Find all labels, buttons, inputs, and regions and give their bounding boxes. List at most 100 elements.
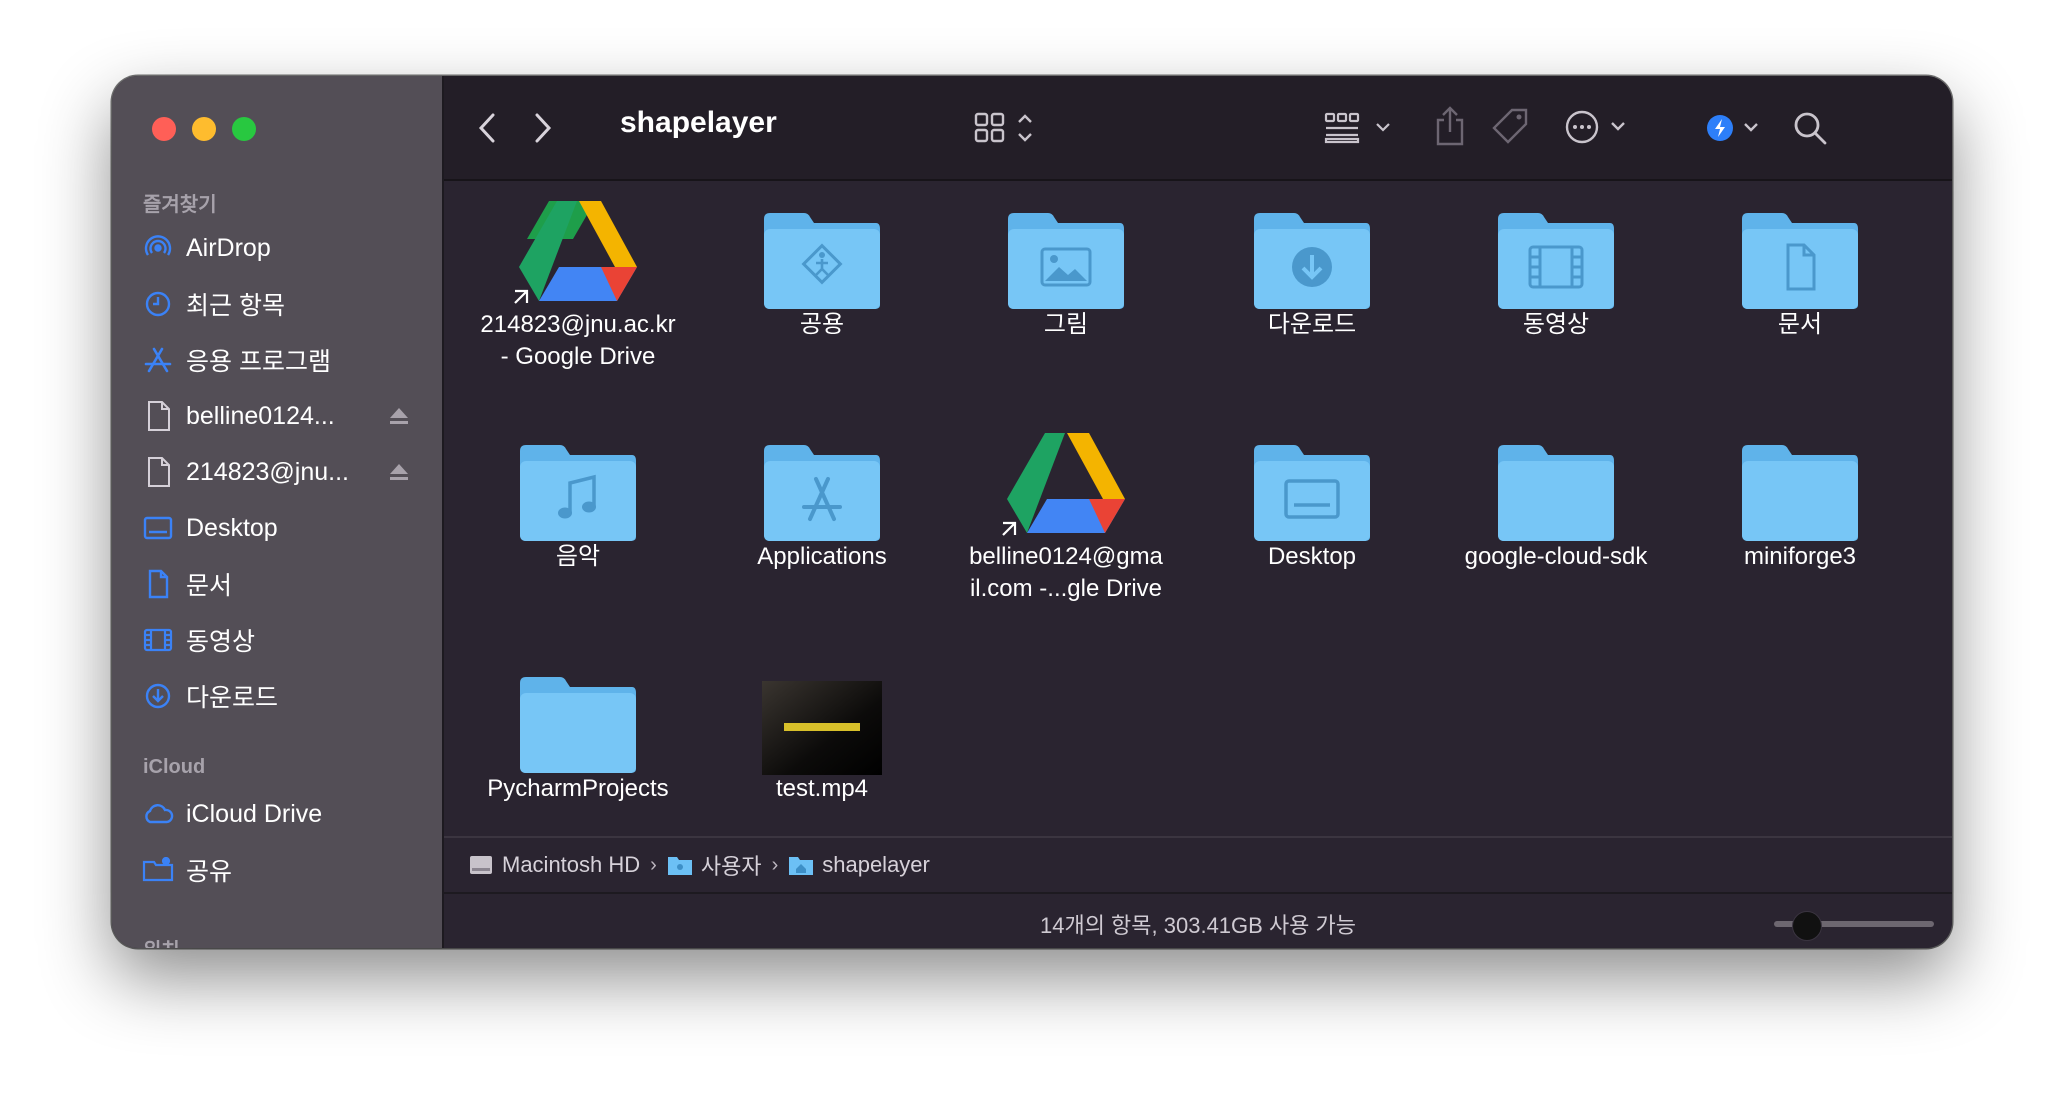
film-icon <box>142 624 174 656</box>
file-item[interactable]: 음악 <box>466 413 690 613</box>
eject-icon[interactable] <box>388 462 410 487</box>
sidebar-item-label: belline0124... <box>186 401 335 430</box>
sidebar-item-recents[interactable]: 최근 항목 <box>142 282 422 326</box>
favorites-header: 즐겨찾기 <box>143 194 217 216</box>
google-drive-icon <box>513 195 643 316</box>
action-menu-button[interactable] <box>1562 104 1632 150</box>
share-button[interactable] <box>1430 102 1470 150</box>
status-bar: 14개의 항목, 303.41GB 사용 가능 <box>444 892 1952 948</box>
movies-folder-icon <box>1494 211 1618 316</box>
folder-icon <box>516 675 640 780</box>
file-name: 문서 <box>1777 311 1823 338</box>
sidebar-item-belline-drive[interactable]: belline0124... <box>142 394 422 438</box>
sidebar-item-label: 최근 항목 <box>186 292 285 320</box>
tag-button[interactable] <box>1488 102 1532 150</box>
file-name: 음악 <box>555 543 601 570</box>
file-grid: 214823@jnu.ac.kr - Google Drive 공용 그림 다운… <box>444 181 1952 911</box>
sidebar-item-shared[interactable]: 공유 <box>142 848 422 892</box>
window-title: shapelayer <box>620 106 777 139</box>
file-item[interactable]: 다운로드 <box>1200 181 1424 381</box>
file-name: belline0124@gma il.com -...gle Drive <box>969 543 1163 602</box>
zoom-window-button[interactable] <box>232 117 256 141</box>
file-item[interactable]: google-cloud-sdk <box>1444 413 1668 613</box>
chevron-left-icon <box>478 113 495 143</box>
file-item[interactable]: 공용 <box>710 181 934 381</box>
sidebar-item-label: Desktop <box>186 513 278 542</box>
applications-icon <box>142 344 174 376</box>
file-name: Desktop <box>1267 543 1357 570</box>
sidebar-item-jnu-drive[interactable]: 214823@jnu... <box>142 450 422 494</box>
sidebar-item-documents[interactable]: 문서 <box>142 562 422 606</box>
group-by-button[interactable] <box>1322 106 1398 150</box>
file-item[interactable]: 214823@jnu.ac.kr - Google Drive <box>466 181 690 381</box>
back-button[interactable] <box>472 108 502 148</box>
public-folder-icon <box>760 211 884 316</box>
music-folder-icon <box>516 443 640 548</box>
grid-view-icon <box>974 112 1032 143</box>
locations-header: 위치 <box>143 934 180 948</box>
file-name: PycharmProjects <box>487 775 669 802</box>
file-name: test.mp4 <box>775 775 869 802</box>
home-folder-icon <box>789 857 814 875</box>
file-item[interactable]: 그림 <box>954 181 1178 381</box>
file-name: Applications <box>757 543 887 570</box>
users-folder-icon <box>667 857 692 875</box>
sidebar-item-label: 다운로드 <box>186 684 279 712</box>
sidebar-item-icloud-drive[interactable]: iCloud Drive <box>142 792 422 836</box>
file-name: 공용 <box>799 311 845 338</box>
file-item[interactable]: test.mp4 <box>710 645 934 845</box>
download-icon <box>142 680 174 712</box>
eject-icon[interactable] <box>388 406 410 431</box>
sidebar-item-airdrop[interactable]: AirDrop <box>142 226 422 270</box>
path-item-label: shapelayer <box>822 852 930 877</box>
sidebar-item-movies[interactable]: 동영상 <box>142 618 422 662</box>
path-item-macintosh-hd[interactable]: Macintosh HD › <box>468 852 667 878</box>
file-item[interactable]: miniforge3 <box>1688 413 1912 613</box>
shared-folder-icon <box>142 854 174 886</box>
path-item-label: Macintosh HD <box>502 852 641 877</box>
file-name: 그림 <box>1043 311 1089 338</box>
cloud-icon <box>142 798 174 830</box>
sidebar-item-desktop[interactable]: Desktop <box>142 506 422 550</box>
sidebar-item-label: 공유 <box>186 858 233 886</box>
video-thumbnail <box>762 681 882 780</box>
sidebar-item-applications[interactable]: 응용 프로그램 <box>142 338 422 382</box>
applications-folder-icon <box>760 443 884 548</box>
document-icon <box>142 400 174 432</box>
nearby-share-button[interactable] <box>1702 106 1766 150</box>
file-name: google-cloud-sdk <box>1464 543 1648 570</box>
file-item[interactable]: belline0124@gma il.com -...gle Drive <box>954 413 1178 613</box>
folder-icon <box>1494 443 1618 548</box>
icon-size-slider-handle[interactable] <box>1792 911 1822 941</box>
tag-icon <box>1492 108 1528 144</box>
share-icon <box>1436 106 1464 146</box>
path-item-shapelayer[interactable]: shapelayer <box>788 852 930 878</box>
close-window-button[interactable] <box>152 117 176 141</box>
sidebar-item-downloads[interactable]: 다운로드 <box>142 674 422 718</box>
minimize-window-button[interactable] <box>192 117 216 141</box>
desktop-folder-icon <box>1250 443 1374 548</box>
pictures-folder-icon <box>1004 211 1128 316</box>
downloads-folder-icon <box>1250 211 1374 316</box>
document-icon <box>142 568 174 600</box>
chevron-right-icon: › <box>771 853 779 876</box>
file-name: miniforge3 <box>1743 543 1857 570</box>
sidebar-item-label: iCloud Drive <box>186 799 323 828</box>
file-item[interactable]: Desktop <box>1200 413 1424 613</box>
path-item-users[interactable]: 사용자 › <box>667 849 788 881</box>
chevron-right-icon: › <box>650 853 657 876</box>
file-item[interactable]: Applications <box>710 413 934 613</box>
status-text: 14개의 항목, 303.41GB 사용 가능 <box>1039 913 1357 938</box>
forward-button[interactable] <box>528 108 558 148</box>
file-name: 다운로드 <box>1267 311 1357 338</box>
file-item[interactable]: 문서 <box>1688 181 1912 381</box>
sidebar-item-label: 동영상 <box>186 628 256 656</box>
view-mode-button[interactable] <box>972 106 1042 150</box>
sidebar-item-label: 문서 <box>186 572 233 600</box>
desktop-icon <box>142 512 174 544</box>
sidebar-item-label: 응용 프로그램 <box>186 348 331 376</box>
search-button[interactable] <box>1788 106 1832 150</box>
path-item-label: 사용자 <box>700 854 762 879</box>
file-item[interactable]: PycharmProjects <box>466 645 690 845</box>
file-item[interactable]: 동영상 <box>1444 181 1668 381</box>
